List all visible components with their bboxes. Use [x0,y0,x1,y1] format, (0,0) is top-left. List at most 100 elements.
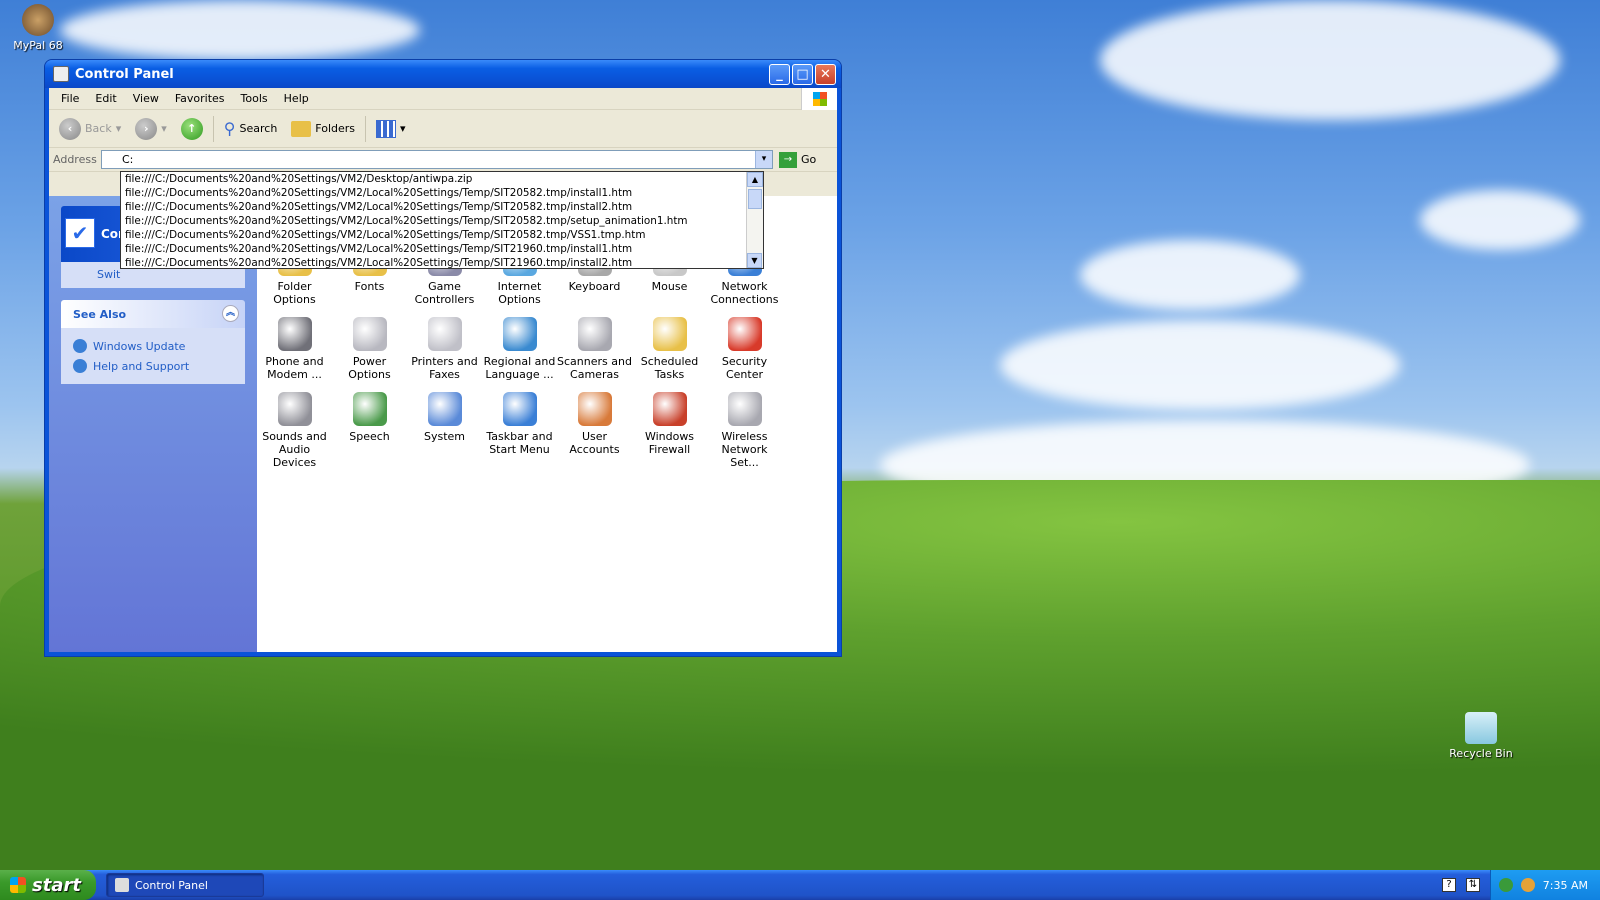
menu-tools[interactable]: Tools [233,92,276,105]
cloud [1100,0,1560,120]
menu-view[interactable]: View [125,92,167,105]
cp-item-label: Speech [349,430,390,443]
cp-item-speech[interactable]: Speech [332,392,407,467]
address-bar: Address C: ▾ → Go [49,148,837,172]
minimize-button[interactable]: _ [769,63,790,85]
autocomplete-item[interactable]: file:///C:/Documents%20and%20Settings/VM… [121,228,741,242]
forward-arrow-icon: › [135,117,158,140]
search-label: Search [239,122,278,135]
scroll-down-arrow-icon[interactable]: ▼ [747,253,762,268]
cp-item-label: Scanners and Cameras [557,355,632,381]
address-autocomplete-list: file:///C:/Documents%20and%20Settings/VM… [120,171,764,269]
cp-item-power-options[interactable]: Power Options [332,317,407,392]
autocomplete-item[interactable]: file:///C:/Documents%20and%20Settings/VM… [121,256,741,270]
network-icon[interactable]: ⇅ [1466,878,1480,892]
menu-help[interactable]: Help [276,92,317,105]
desktop-icon-recycle-bin[interactable]: Recycle Bin [1441,712,1521,760]
cloud [1080,240,1300,310]
cp-item-user-accounts[interactable]: User Accounts [557,392,632,467]
autocomplete-item[interactable]: file:///C:/Documents%20and%20Settings/VM… [121,200,741,214]
cp-item-label: Keyboard [568,280,621,293]
search-icon: ⚲ [223,119,236,138]
autocomplete-item[interactable]: file:///C:/Documents%20and%20Settings/VM… [121,214,741,228]
control-panel-window: Control Panel _ □ ✕ File Edit View Favor… [44,59,842,657]
power-options-icon [352,317,387,351]
cp-item-label: Wireless Network Set... [721,430,768,469]
control-panel-items: Folder Options Fonts Game Controllers Inter… [257,242,782,469]
cp-item-system[interactable]: System [407,392,482,467]
toolbar-separator [365,115,367,142]
folders-button[interactable]: Folders [287,119,359,139]
autocomplete-item[interactable]: file:///C:/Documents%20and%20Settings/VM… [121,242,741,256]
back-button[interactable]: ‹ Back ▾ [55,116,125,142]
views-button[interactable]: ▾ [372,118,410,140]
cp-item-regional-and-language[interactable]: Regional and Language ... [482,317,557,392]
chevron-down-icon: ▾ [161,122,167,135]
go-button[interactable]: → Go [779,151,817,168]
shield-icon[interactable] [1498,878,1513,892]
control-panel-check-icon: ✔ [65,218,95,248]
cp-item-scanners-and-cameras[interactable]: Scanners and Cameras [557,317,632,392]
menu-edit[interactable]: Edit [87,92,124,105]
cloud [60,0,420,60]
cp-item-windows-firewall[interactable]: Windows Firewall [632,392,707,467]
scroll-thumb[interactable] [748,189,762,209]
menu-favorites[interactable]: Favorites [167,92,233,105]
cp-item-printers-and-faxes[interactable]: Printers and Faxes [407,317,482,392]
recycle-bin-icon [1465,712,1497,744]
desktop-icon-mypal[interactable]: MyPal 68 [0,4,78,52]
cp-item-label: Network Connections [710,280,779,306]
forward-button[interactable]: › ▾ [131,116,171,142]
cp-item-taskbar-and-start-menu[interactable]: Taskbar and Start Menu [482,392,557,467]
autocomplete-scrollbar[interactable]: ▲ ▼ [746,172,763,268]
cp-item-label: Folder Options [273,280,316,306]
autocomplete-item[interactable]: file:///C:/Documents%20and%20Settings/VM… [121,172,741,186]
cp-item-label: Windows Firewall [644,430,695,456]
taskbar-item-control-panel[interactable]: Control Panel [106,873,264,897]
taskbar: start Control Panel ? ⇅ 7:35 AM [0,870,1600,900]
cp-item-sounds-and-audio-devices[interactable]: Sounds and Audio Devices [257,392,332,469]
control-panel-icon [53,66,69,82]
toolbar-separator [212,115,214,142]
cp-item-label: User Accounts [569,430,620,456]
windows-update-link[interactable]: Windows Update [73,336,233,356]
go-arrow-icon: → [779,151,797,168]
maximize-button[interactable]: □ [792,63,813,85]
toolbar: ‹ Back ▾ › ▾ ↑ ⚲ Search Folders ▾ [49,110,837,148]
start-button[interactable]: start [0,870,96,900]
up-button[interactable]: ↑ [177,116,207,142]
menu-file[interactable]: File [53,92,87,105]
scroll-up-arrow-icon[interactable]: ▲ [747,172,763,187]
windows-flag-icon [812,91,827,106]
clock[interactable]: 7:35 AM [1543,879,1588,892]
search-icon[interactable] [1520,878,1535,892]
address-dropdown-button[interactable]: ▾ [755,151,772,168]
address-input[interactable]: C: ▾ [101,150,773,169]
cp-item-scheduled-tasks[interactable]: Scheduled Tasks [632,317,707,392]
close-button[interactable]: ✕ [815,63,836,85]
help-icon[interactable]: ? [1442,878,1456,892]
cp-item-label: Sounds and Audio Devices [262,430,327,469]
help-icon [73,359,87,373]
start-label: start [32,874,81,896]
cp-item-label: Security Center [721,355,768,381]
help-support-link[interactable]: Help and Support [73,356,233,376]
desktop-icon-label: MyPal 68 [13,39,63,52]
autocomplete-item[interactable]: file:///C:/Documents%20and%20Settings/VM… [121,186,741,200]
title-bar[interactable]: Control Panel _ □ ✕ [45,60,841,88]
cp-item-wireless-network-set[interactable]: Wireless Network Set... [707,392,782,469]
desktop-icon-label: Recycle Bin [1449,747,1513,760]
link-label: Help and Support [93,359,190,373]
cp-item-label: Mouse [651,280,688,293]
folders-label: Folders [315,122,356,135]
go-label: Go [801,153,817,166]
see-also-header[interactable]: See Also ︽ [61,300,245,328]
cp-item-label: Game Controllers [414,280,475,306]
menu-bar: File Edit View Favorites Tools Help [49,87,837,110]
chevron-down-icon: ▾ [400,122,406,135]
cp-item-security-center[interactable]: Security Center [707,317,782,392]
collapse-chevron-icon[interactable]: ︽ [222,305,239,322]
scheduled-tasks-icon [652,317,687,351]
search-button[interactable]: ⚲ Search [220,117,282,140]
cp-item-phone-and-modem[interactable]: Phone and Modem ... [257,317,332,392]
